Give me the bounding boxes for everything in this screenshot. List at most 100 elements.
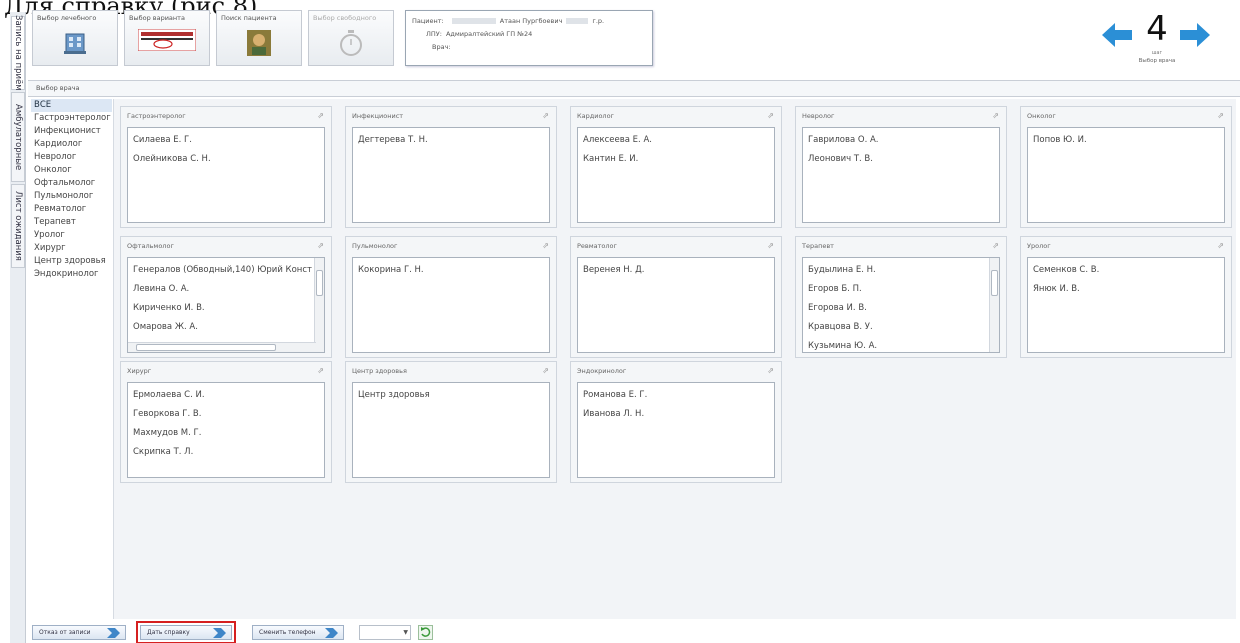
specialty-item[interactable]: Эндокринолог <box>31 268 112 281</box>
scrollbar-thumb[interactable] <box>136 344 276 351</box>
select-option-button[interactable]: Выбор варианта <box>124 10 210 66</box>
side-tab-outpatient[interactable]: Амбулаторные <box>11 92 25 182</box>
patient-photo-icon <box>247 30 271 56</box>
doctor-item[interactable]: Левина О. А. <box>128 280 312 299</box>
side-tab-appointment[interactable]: Запись на приём <box>11 15 25 91</box>
specialty-item[interactable]: Уролог <box>31 229 112 242</box>
expand-icon[interactable]: ⇗ <box>1217 241 1224 250</box>
panel-title: Гастроэнтеролог <box>127 112 186 120</box>
select-free-slot-button[interactable]: Выбор свободного <box>308 10 394 66</box>
section-header: Выбор врача <box>28 80 1240 97</box>
specialty-item[interactable]: Офтальмолог <box>31 177 112 190</box>
side-tab-waiting-list[interactable]: Лист ожидания <box>11 184 25 268</box>
button-label: Дать справку <box>147 629 190 636</box>
doctor-item[interactable]: Махмудов М. Г. <box>128 424 324 443</box>
barcode-card-icon <box>138 29 196 51</box>
scrollbar-thumb[interactable] <box>991 270 998 296</box>
give-certificate-button[interactable]: Дать справку <box>136 621 236 643</box>
doctor-item[interactable]: Веренея Н. Д. <box>578 261 774 280</box>
specialty-item[interactable]: Онколог <box>31 164 112 177</box>
panel-header: Терапевт ⇗ <box>796 237 1006 255</box>
specialty-item[interactable]: Хирург <box>31 242 112 255</box>
doctor-item[interactable]: Геворкова Г. В. <box>128 405 324 424</box>
forward-arrow-icon[interactable] <box>1180 22 1210 48</box>
panel-header: Хирург ⇗ <box>121 362 331 380</box>
doctor-list: Попов Ю. И. <box>1027 127 1225 223</box>
side-tab-label: Амбулаторные <box>13 103 23 171</box>
expand-icon[interactable]: ⇗ <box>542 366 549 375</box>
vertical-scrollbar[interactable] <box>989 258 999 352</box>
doctor-item[interactable]: Романова Е. Г. <box>578 386 774 405</box>
lpu-value: Адмиралтейский ГП №24 <box>445 29 533 38</box>
expand-icon[interactable]: ⇗ <box>317 241 324 250</box>
expand-icon[interactable]: ⇗ <box>992 241 999 250</box>
specialty-panel: Онколог ⇗ Попов Ю. И. <box>1020 106 1232 228</box>
section-title: Выбор врача <box>36 84 80 92</box>
phone-select[interactable]: ▼ <box>359 625 411 640</box>
doctor-item[interactable]: Скрипка Т. Л. <box>128 443 324 462</box>
doctor-item[interactable]: Иванова Л. Н. <box>578 405 774 424</box>
change-phone-button[interactable]: Сменить телефон <box>252 625 344 640</box>
panel-header: Офтальмолог ⇗ <box>121 237 331 255</box>
specialty-item[interactable]: Терапевт <box>31 216 112 229</box>
specialty-item[interactable]: Инфекционист <box>31 125 112 138</box>
specialty-item[interactable]: Невролог <box>31 151 112 164</box>
redacted-text <box>566 17 589 24</box>
find-patient-button[interactable]: Поиск пациента <box>216 10 302 66</box>
doctor-item[interactable]: Семенков С. В. <box>1028 261 1224 280</box>
doctor-item[interactable]: Кантин Е. И. <box>578 150 774 169</box>
specialty-item[interactable]: Пульмонолог <box>31 190 112 203</box>
expand-icon[interactable]: ⇗ <box>542 241 549 250</box>
doctor-item[interactable]: Кузьмина Ю. А. <box>803 337 987 352</box>
vertical-scrollbar[interactable] <box>314 258 324 352</box>
specialty-item[interactable]: Кардиолог <box>31 138 112 151</box>
doctor-item[interactable]: Дегтерева Т. Н. <box>353 131 549 150</box>
horizontal-scrollbar[interactable] <box>128 342 316 352</box>
doctor-item[interactable]: Алексеева Е. А. <box>578 131 774 150</box>
doctor-row: Врач: <box>412 40 646 53</box>
select-clinic-button[interactable]: Выбор лечебного <box>32 10 118 66</box>
doctor-item[interactable]: Егорова И. В. <box>803 299 987 318</box>
doctor-item[interactable]: Силаева Е. Г. <box>128 131 324 150</box>
scrollbar-thumb[interactable] <box>316 270 323 296</box>
doctor-item[interactable]: Гаврилова О. А. <box>803 131 999 150</box>
doctor-item[interactable]: Кокорина Г. Н. <box>353 261 549 280</box>
doctor-item[interactable]: Кравцова В. У. <box>803 318 987 337</box>
back-arrow-icon[interactable] <box>1102 22 1132 48</box>
doctor-item[interactable]: Ермолаева С. И. <box>128 386 324 405</box>
doctor-item[interactable]: Янюк И. В. <box>1028 280 1224 299</box>
doctor-item[interactable]: Центр здоровья <box>353 386 549 405</box>
expand-icon[interactable]: ⇗ <box>1217 111 1224 120</box>
refresh-icon[interactable] <box>418 625 433 640</box>
specialty-panel: Невролог ⇗ Гаврилова О. А. Леонович Т. В. <box>795 106 1007 228</box>
specialty-item[interactable]: Центр здоровья <box>31 255 112 268</box>
panel-header: Невролог ⇗ <box>796 107 1006 125</box>
expand-icon[interactable]: ⇗ <box>767 241 774 250</box>
specialty-item[interactable]: ВСЕ <box>31 99 112 112</box>
cancel-appointment-button[interactable]: Отказ от записи <box>32 625 126 640</box>
expand-icon[interactable]: ⇗ <box>317 111 324 120</box>
chevron-right-icon <box>213 628 226 638</box>
doctor-item[interactable]: Попов Ю. И. <box>1028 131 1224 150</box>
expand-icon[interactable]: ⇗ <box>317 366 324 375</box>
building-icon <box>64 33 86 54</box>
doctor-list: Веренея Н. Д. <box>577 257 775 353</box>
step-navigator: 4 шаг Выбор врача <box>1100 8 1210 68</box>
panel-header: Кардиолог ⇗ <box>571 107 781 125</box>
doctor-item[interactable]: Олейникова С. Н. <box>128 150 324 169</box>
redacted-text <box>451 17 496 24</box>
expand-icon[interactable]: ⇗ <box>767 111 774 120</box>
doctor-item[interactable]: Леонович Т. В. <box>803 150 999 169</box>
doctor-item[interactable]: Кириченко И. В. <box>128 299 312 318</box>
patient-label: Пациент: <box>412 16 444 25</box>
expand-icon[interactable]: ⇗ <box>992 111 999 120</box>
specialty-item[interactable]: Гастроэнтеролог <box>31 112 112 125</box>
specialty-panel: Кардиолог ⇗ Алексеева Е. А. Кантин Е. И. <box>570 106 782 228</box>
doctor-item[interactable]: Генералов (Обводный,140) Юрий Констан <box>128 261 312 280</box>
expand-icon[interactable]: ⇗ <box>767 366 774 375</box>
doctor-item[interactable]: Егоров Б. П. <box>803 280 987 299</box>
doctor-item[interactable]: Будылина Е. Н. <box>803 261 987 280</box>
specialty-item[interactable]: Ревматолог <box>31 203 112 216</box>
doctor-item[interactable]: Омарова Ж. А. <box>128 318 312 337</box>
expand-icon[interactable]: ⇗ <box>542 111 549 120</box>
